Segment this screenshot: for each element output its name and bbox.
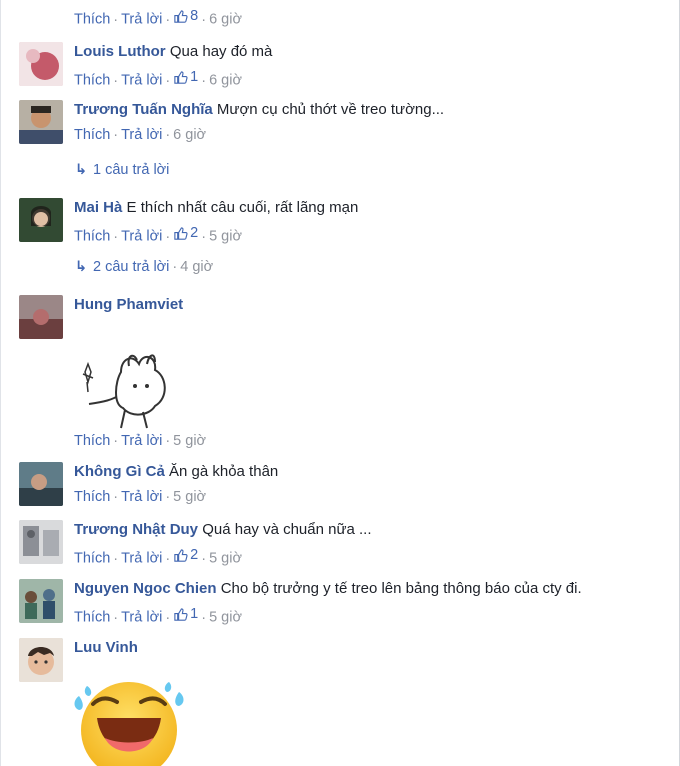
avatar[interactable]: [19, 579, 63, 623]
reply-arrow-icon: ↳: [75, 162, 88, 178]
commenter-name[interactable]: Nguyen Ngoc Chien: [74, 580, 217, 597]
commenter-name[interactable]: Mai Hà: [74, 199, 122, 216]
reply-link[interactable]: Trả lời: [121, 489, 162, 505]
reply-count: 2 câu trả lời: [93, 259, 170, 275]
thumbs-up-icon: [174, 548, 188, 562]
timestamp[interactable]: 5 giờ: [209, 610, 242, 626]
reply-link[interactable]: Trả lời: [121, 73, 162, 89]
separator: ·: [165, 228, 171, 245]
like-link[interactable]: Thích: [74, 433, 110, 449]
like-link[interactable]: Thích: [74, 12, 110, 28]
separator: ·: [113, 609, 119, 626]
comment-text: Quá hay và chuẩn nữa ...: [202, 521, 372, 538]
comment-text: Mượn cụ chủ thớt về treo tường...: [216, 101, 445, 118]
like-count[interactable]: 8: [173, 6, 198, 26]
reply-timestamp: 4 giờ: [180, 259, 214, 275]
separator: ·: [201, 550, 207, 567]
avatar[interactable]: [19, 295, 63, 339]
comment-actions-top: Thích · Trả lời · 8 · 6 giờ: [74, 6, 242, 30]
commenter-name[interactable]: Không Gì Cả: [74, 463, 165, 480]
thumbs-up-icon: [174, 607, 188, 621]
reply-link[interactable]: Trả lời: [121, 551, 162, 567]
comment-actions: Thích · Trả lời · 2 · 5 giờ: [74, 545, 669, 569]
separator: ·: [165, 433, 171, 449]
reply-link[interactable]: Trả lời: [121, 12, 162, 28]
like-link[interactable]: Thích: [74, 73, 110, 89]
view-replies-link[interactable]: ↳ 1 câu trả lời: [75, 160, 169, 180]
like-link[interactable]: Thích: [74, 127, 110, 143]
like-count[interactable]: 1: [173, 67, 198, 87]
avatar[interactable]: [19, 462, 63, 506]
separator: ·: [165, 72, 171, 89]
timestamp[interactable]: 6 giờ: [209, 73, 242, 89]
like-count[interactable]: 2: [173, 545, 198, 565]
reply-link[interactable]: Trả lời: [121, 610, 162, 626]
timestamp[interactable]: 5 giờ: [209, 229, 242, 245]
reply-arrow-icon: ↳: [75, 259, 88, 275]
avatar[interactable]: [19, 100, 63, 144]
separator: ·: [201, 609, 207, 626]
commenter-name[interactable]: Luu Vinh: [74, 639, 138, 656]
commenter-name[interactable]: Trương Nhật Duy: [74, 521, 198, 538]
comment-text: E thích nhất câu cuối, rất lãng mạn: [126, 199, 359, 216]
laughing-emoji-sticker: [74, 682, 184, 766]
comments-panel: Thích · Trả lời · 8 · 6 giờ Louis Luthor Qua h…: [0, 0, 680, 766]
separator: ·: [113, 550, 119, 567]
like-link[interactable]: Thích: [74, 229, 110, 245]
separator: ·: [165, 11, 171, 28]
separator: ·: [113, 127, 119, 143]
like-link[interactable]: Thích: [74, 551, 110, 567]
avatar[interactable]: [19, 520, 63, 564]
reply-count: 1 câu trả lời: [93, 162, 170, 178]
like-link[interactable]: Thích: [74, 610, 110, 626]
separator: ·: [201, 72, 207, 89]
separator: ·: [165, 127, 171, 143]
separator: ·: [113, 489, 119, 505]
comment-text: Qua hay đó mà: [169, 43, 273, 60]
separator: ·: [113, 433, 119, 449]
timestamp[interactable]: 5 giờ: [209, 551, 242, 567]
timestamp[interactable]: 5 giờ: [173, 433, 206, 449]
thumbs-up-icon: [174, 9, 188, 23]
view-replies-link[interactable]: ↳ 2 câu trả lời · 4 giờ: [75, 257, 213, 277]
avatar[interactable]: [19, 42, 63, 86]
separator: ·: [165, 609, 171, 626]
timestamp[interactable]: 6 giờ: [209, 12, 242, 28]
separator: ·: [165, 489, 171, 505]
separator: ·: [201, 11, 207, 28]
timestamp[interactable]: 6 giờ: [173, 127, 206, 143]
thumbs-up-icon: [174, 70, 188, 84]
separator: ·: [113, 11, 119, 28]
reply-link[interactable]: Trả lời: [121, 433, 162, 449]
commenter-name[interactable]: Hung Phamviet: [74, 296, 183, 313]
separator: ·: [113, 72, 119, 89]
commenter-name[interactable]: Trương Tuấn Nghĩa: [74, 101, 213, 118]
comment-actions: Thích · Trả lời · 1 · 6 giờ: [74, 67, 669, 91]
comment-actions: Thích · Trả lời · 5 giờ: [74, 487, 669, 507]
avatar[interactable]: [19, 198, 63, 242]
commenter-name[interactable]: Louis Luthor: [74, 43, 166, 60]
comment-text: Ăn gà khỏa thân: [169, 463, 279, 480]
rabbit-sticker: [82, 354, 166, 429]
comment-actions: Thích · Trả lời · 2 · 5 giờ: [74, 223, 669, 247]
separator: ·: [165, 550, 171, 567]
like-link[interactable]: Thích: [74, 489, 110, 505]
separator: ·: [172, 259, 178, 275]
comment-actions: Thích · Trả lời · 5 giờ: [74, 431, 206, 451]
timestamp[interactable]: 5 giờ: [173, 489, 206, 505]
separator: ·: [113, 228, 119, 245]
like-count[interactable]: 2: [173, 223, 198, 243]
reply-link[interactable]: Trả lời: [121, 127, 162, 143]
avatar[interactable]: [19, 638, 63, 682]
separator: ·: [201, 228, 207, 245]
reply-link[interactable]: Trả lời: [121, 229, 162, 245]
like-count[interactable]: 1: [173, 604, 198, 624]
comment-text: Cho bộ trưởng y tế treo lên bảng thông b…: [220, 580, 582, 597]
thumbs-up-icon: [174, 226, 188, 240]
comment-actions: Thích · Trả lời · 6 giờ: [74, 125, 669, 145]
comment-actions: Thích · Trả lời · 1 · 5 giờ: [74, 604, 669, 628]
